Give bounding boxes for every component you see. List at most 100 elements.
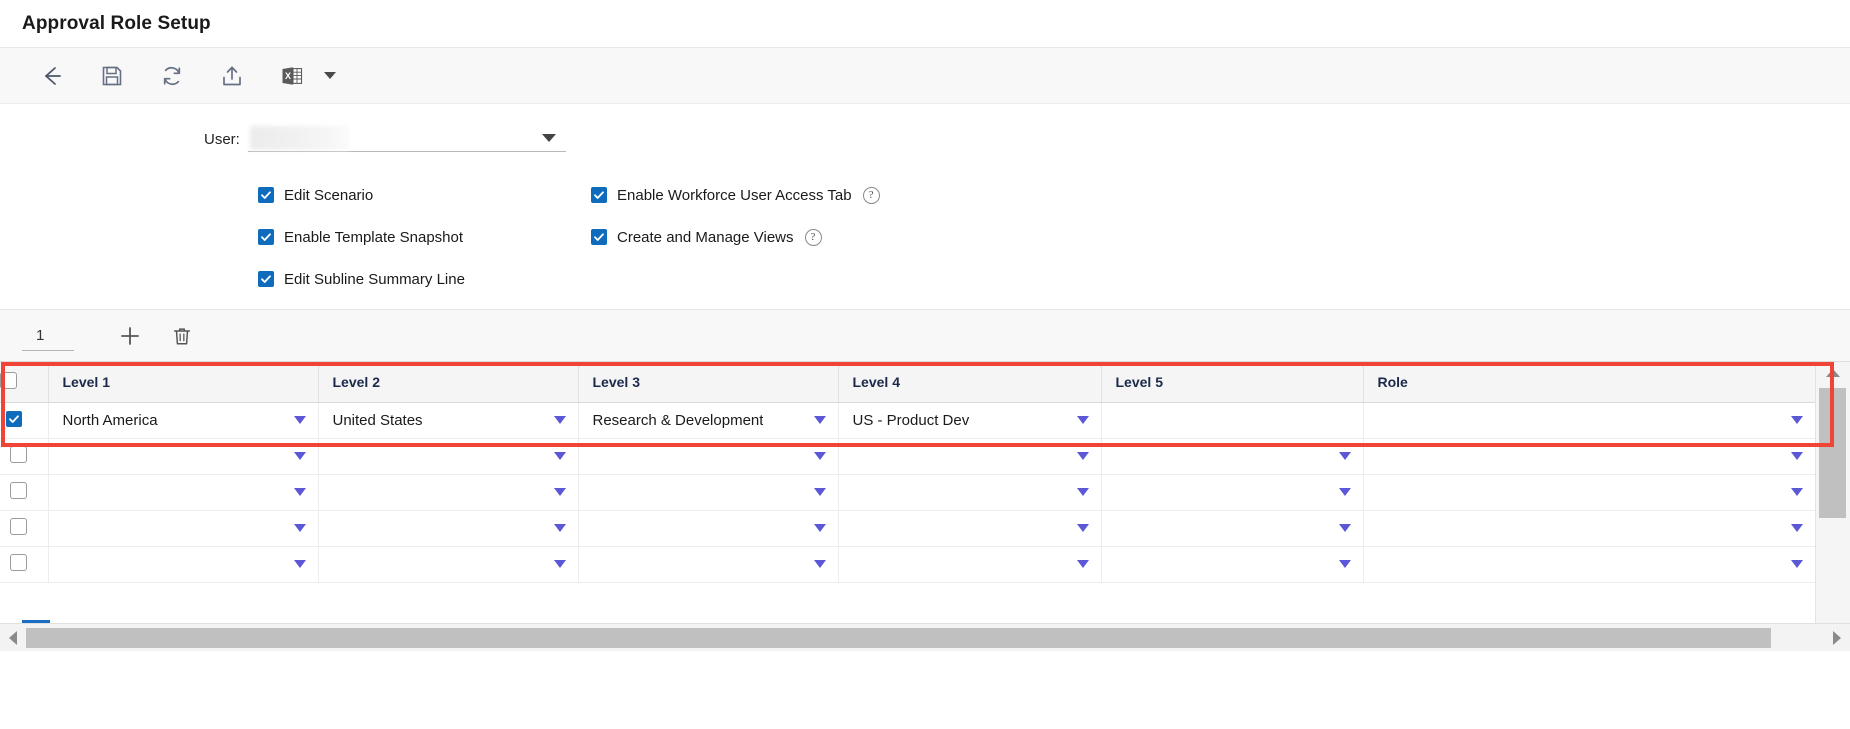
checkbox-edit-subline-summary-line[interactable] xyxy=(258,271,274,287)
chevron-down-icon[interactable] xyxy=(553,560,566,568)
table-row[interactable]: North America United States Research & D… xyxy=(0,402,1815,439)
cell-level-2[interactable]: United States xyxy=(318,402,579,439)
checkbox-row-select[interactable] xyxy=(5,411,22,427)
chevron-down-icon[interactable] xyxy=(293,416,306,424)
cell-level-3[interactable] xyxy=(578,474,839,511)
delete-row-button[interactable] xyxy=(156,316,208,356)
scroll-up-button[interactable] xyxy=(1816,362,1850,384)
chevron-down-icon[interactable] xyxy=(1338,560,1351,568)
chevron-down-icon[interactable] xyxy=(553,452,566,460)
cell-level-1[interactable] xyxy=(48,510,319,547)
chevron-down-icon[interactable] xyxy=(813,560,826,568)
table-row[interactable] xyxy=(0,546,1815,583)
cell-level-5[interactable] xyxy=(1101,474,1364,511)
chevron-down-icon[interactable] xyxy=(1076,488,1089,496)
chevron-down-icon[interactable] xyxy=(293,452,306,460)
column-header-level-1[interactable]: Level 1 xyxy=(48,362,319,403)
checkbox-enable-template-snapshot[interactable] xyxy=(258,229,274,245)
checkbox-row-select[interactable] xyxy=(10,517,28,535)
chevron-down-icon[interactable] xyxy=(293,524,306,532)
chevron-down-icon[interactable] xyxy=(553,524,566,532)
user-select[interactable] xyxy=(247,126,566,152)
help-icon[interactable]: ? xyxy=(804,228,822,246)
chevron-down-icon[interactable] xyxy=(1076,524,1089,532)
cell-level-1[interactable] xyxy=(48,546,319,583)
cell-level-4[interactable] xyxy=(838,474,1102,511)
column-header-level-2[interactable]: Level 2 xyxy=(318,362,579,403)
grid-horizontal-scrollbar[interactable] xyxy=(0,623,1850,651)
cell-level-5[interactable] xyxy=(1101,402,1364,439)
cell-level-1[interactable]: North America xyxy=(48,402,319,439)
cell-level-5[interactable] xyxy=(1101,510,1364,547)
cell-role[interactable] xyxy=(1363,474,1815,511)
column-header-level-4[interactable]: Level 4 xyxy=(838,362,1102,403)
cell-level-3[interactable] xyxy=(578,510,839,547)
refresh-button[interactable] xyxy=(142,54,202,98)
save-button[interactable] xyxy=(82,54,142,98)
chevron-down-icon[interactable] xyxy=(813,488,826,496)
cell-level-5[interactable] xyxy=(1101,546,1364,583)
cell-level-2[interactable] xyxy=(318,510,579,547)
add-row-button[interactable] xyxy=(104,316,156,356)
chevron-down-icon[interactable] xyxy=(1338,452,1351,460)
cell-level-4[interactable]: US - Product Dev xyxy=(838,402,1102,439)
scroll-left-button[interactable] xyxy=(0,624,26,652)
column-header-level-3[interactable]: Level 3 xyxy=(578,362,839,403)
chevron-down-icon[interactable] xyxy=(1790,452,1803,460)
cell-level-4[interactable] xyxy=(838,438,1102,475)
cell-level-3[interactable] xyxy=(578,546,839,583)
cell-level-4[interactable] xyxy=(838,510,1102,547)
cell-role[interactable] xyxy=(1363,402,1815,439)
cell-level-2[interactable] xyxy=(318,474,579,511)
help-icon[interactable]: ? xyxy=(862,186,880,204)
checkbox-enable-workforce-user-access-tab[interactable] xyxy=(591,187,607,203)
cell-level-2[interactable] xyxy=(318,438,579,475)
cell-level-2[interactable] xyxy=(318,546,579,583)
cell-level-3[interactable] xyxy=(578,438,839,475)
chevron-down-icon[interactable] xyxy=(813,416,826,424)
column-header-level-5[interactable]: Level 5 xyxy=(1101,362,1364,403)
checkbox-row-select[interactable] xyxy=(10,553,28,571)
chevron-down-icon[interactable] xyxy=(293,488,306,496)
chevron-down-icon[interactable] xyxy=(1338,488,1351,496)
checkbox-row-select[interactable] xyxy=(10,445,28,463)
back-button[interactable] xyxy=(22,54,82,98)
export-excel-button[interactable]: X xyxy=(262,54,336,98)
cell-level-3[interactable]: Research & Development xyxy=(578,402,839,439)
table-row[interactable] xyxy=(0,438,1815,475)
chevron-down-icon[interactable] xyxy=(1076,560,1089,568)
chevron-down-icon[interactable] xyxy=(1790,524,1803,532)
chevron-down-icon[interactable] xyxy=(1790,488,1803,496)
chevron-down-icon[interactable] xyxy=(553,488,566,496)
chevron-down-icon[interactable] xyxy=(1790,416,1803,424)
column-header-role[interactable]: Role xyxy=(1363,362,1815,403)
cell-role[interactable] xyxy=(1363,438,1815,475)
checkbox-create-and-manage-views[interactable] xyxy=(591,229,607,245)
cell-level-5[interactable] xyxy=(1101,438,1364,475)
chevron-down-icon[interactable] xyxy=(324,72,336,79)
cell-level-1[interactable] xyxy=(48,438,319,475)
cell-role[interactable] xyxy=(1363,546,1815,583)
upload-button[interactable] xyxy=(202,54,262,98)
chevron-down-icon[interactable] xyxy=(813,452,826,460)
row-count-input[interactable]: 1 xyxy=(22,321,74,351)
chevron-down-icon[interactable] xyxy=(1338,524,1351,532)
horizontal-scroll-thumb[interactable] xyxy=(26,627,1771,648)
chevron-down-icon[interactable] xyxy=(813,524,826,532)
grid-vertical-scrollbar[interactable] xyxy=(1815,362,1850,651)
chevron-down-icon[interactable] xyxy=(1790,560,1803,568)
horizontal-scroll-track[interactable] xyxy=(26,627,1824,648)
cell-level-4[interactable] xyxy=(838,546,1102,583)
chevron-down-icon[interactable] xyxy=(293,560,306,568)
chevron-down-icon[interactable] xyxy=(553,416,566,424)
cell-level-1[interactable] xyxy=(48,474,319,511)
chevron-down-icon[interactable] xyxy=(1076,416,1089,424)
checkbox-row-select[interactable] xyxy=(10,481,28,499)
scroll-right-button[interactable] xyxy=(1824,624,1850,652)
checkbox-edit-scenario[interactable] xyxy=(258,187,274,203)
checkbox-select-all[interactable] xyxy=(0,371,17,389)
table-row[interactable] xyxy=(0,510,1815,547)
chevron-down-icon[interactable] xyxy=(541,134,556,142)
vertical-scroll-thumb[interactable] xyxy=(1819,388,1846,518)
chevron-down-icon[interactable] xyxy=(1076,452,1089,460)
